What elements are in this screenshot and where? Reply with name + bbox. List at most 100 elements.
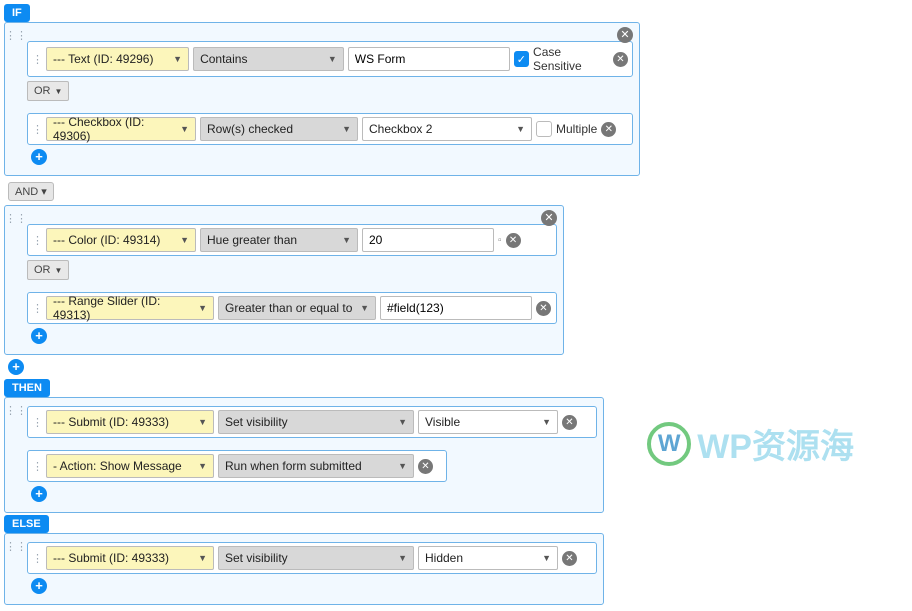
else-tag: ELSE — [4, 515, 49, 533]
chevron-down-icon: ▼ — [198, 417, 207, 427]
chevron-down-icon: ▼ — [198, 303, 207, 313]
operator-select[interactable]: Hue greater than ▼ — [200, 228, 358, 252]
case-sensitive-label: Case Sensitive — [533, 45, 609, 73]
add-group-button[interactable]: + — [8, 359, 24, 375]
operator-select[interactable]: Contains ▼ — [193, 47, 344, 71]
condition-row: ⋮⋮ --- Checkbox (ID: 49306)▼ Row(s) chec… — [27, 113, 633, 145]
chevron-down-icon: ▼ — [328, 54, 337, 64]
operator-select-label: Greater than or equal to — [225, 301, 352, 315]
value-select[interactable]: Visible ▼ — [418, 410, 558, 434]
drag-handle-icon[interactable]: ⋮⋮ — [32, 552, 42, 565]
field-select-label: --- Color (ID: 49314) — [53, 233, 160, 247]
operator-select[interactable]: Greater than or equal to ▼ — [218, 296, 376, 320]
drag-handle-icon[interactable]: ⋮⋮ — [32, 234, 42, 247]
field-select-label: --- Submit (ID: 49333) — [53, 415, 169, 429]
value-select-label: Visible — [425, 415, 460, 429]
chevron-down-icon: ▼ — [542, 417, 551, 427]
value-select-label: Checkbox 2 — [369, 122, 432, 136]
if-tag: IF — [4, 4, 30, 22]
action-group: ⋮⋮ ⋮⋮ --- Submit (ID: 49333) ▼ Set visibi… — [4, 533, 604, 605]
add-row-button[interactable]: + — [31, 328, 47, 344]
action-select-label: Run when form submitted — [225, 459, 362, 473]
close-icon[interactable]: ✕ — [541, 210, 557, 226]
chevron-down-icon: ▼ — [398, 553, 407, 563]
chevron-down-icon: ▼ — [542, 553, 551, 563]
value-input[interactable] — [348, 47, 510, 71]
remove-row-icon[interactable]: ✕ — [613, 52, 628, 67]
drag-handle-icon[interactable]: ⋮⋮ — [32, 302, 42, 315]
or-connector[interactable]: OR ▼ — [27, 260, 69, 280]
chevron-down-icon: ▼ — [516, 124, 525, 134]
action-group: ⋮⋮ ⋮⋮ --- Submit (ID: 49333) ▼ Set visibi… — [4, 397, 604, 513]
chevron-down-icon: ▼ — [198, 461, 207, 471]
value-select[interactable]: Hidden ▼ — [418, 546, 558, 570]
value-select[interactable]: Checkbox 2 ▼ — [362, 117, 532, 141]
close-icon[interactable]: ✕ — [617, 27, 633, 43]
field-select[interactable]: --- Text (ID: 49296)▼ — [46, 47, 189, 71]
field-select[interactable]: --- Submit (ID: 49333) ▼ — [46, 410, 214, 434]
add-row-button[interactable]: + — [31, 486, 47, 502]
condition-row: ⋮⋮ --- Text (ID: 49296)▼ Contains ▼ ✓ Cas… — [27, 41, 633, 77]
value-select-label: Hidden — [425, 551, 463, 565]
operator-select-label: Contains — [200, 52, 247, 66]
condition-row: ⋮⋮ --- Color (ID: 49314) ▼ Hue greater th… — [27, 224, 557, 256]
or-label: OR — [34, 264, 51, 276]
action-row: ⋮⋮ - Action: Show Message▼ Run when form… — [27, 450, 447, 482]
action-select[interactable]: Set visibility ▼ — [218, 410, 414, 434]
action-select[interactable]: Run when form submitted▼ — [218, 454, 414, 478]
action-select-label: Set visibility — [225, 415, 288, 429]
and-connector[interactable]: AND▾ — [8, 182, 54, 201]
chevron-down-icon: ▼ — [180, 235, 189, 245]
drag-handle-icon[interactable]: ⋮⋮ — [5, 540, 27, 553]
condition-row: ⋮⋮ --- Range Slider (ID: 49313)▼ Greater… — [27, 292, 557, 324]
drag-handle-icon[interactable]: ⋮⋮ — [5, 212, 27, 225]
field-select-label: --- Text (ID: 49296) — [53, 52, 153, 66]
add-row-button[interactable]: + — [31, 578, 47, 594]
chevron-down-icon: ▼ — [398, 417, 407, 427]
field-select-label: --- Checkbox (ID: 49306) — [53, 115, 180, 143]
value-input[interactable] — [380, 296, 532, 320]
drag-handle-icon[interactable]: ⋮⋮ — [5, 29, 27, 42]
remove-row-icon[interactable]: ✕ — [418, 459, 433, 474]
field-select-label: --- Range Slider (ID: 49313) — [53, 294, 198, 322]
field-select[interactable]: --- Color (ID: 49314) ▼ — [46, 228, 196, 252]
remove-row-icon[interactable]: ✕ — [562, 415, 577, 430]
picker-icon[interactable]: ▫ — [498, 235, 502, 246]
chevron-down-icon: ▾ — [41, 185, 47, 198]
operator-select-label: Hue greater than — [207, 233, 297, 247]
and-label: AND — [15, 186, 38, 198]
field-select[interactable]: --- Range Slider (ID: 49313)▼ — [46, 296, 214, 320]
chevron-down-icon: ▼ — [55, 266, 63, 275]
drag-handle-icon[interactable]: ⋮⋮ — [32, 416, 42, 429]
remove-row-icon[interactable]: ✕ — [562, 551, 577, 566]
case-sensitive-checkbox[interactable]: ✓ — [514, 51, 529, 67]
drag-handle-icon[interactable]: ⋮⋮ — [32, 123, 42, 136]
or-connector[interactable]: OR ▼ — [27, 81, 69, 101]
action-row: ⋮⋮ --- Submit (ID: 49333) ▼ Set visibilit… — [27, 542, 597, 574]
or-label: OR — [34, 85, 51, 97]
drag-handle-icon[interactable]: ⋮⋮ — [5, 404, 27, 417]
value-input[interactable] — [362, 228, 494, 252]
remove-row-icon[interactable]: ✕ — [601, 122, 616, 137]
chevron-down-icon: ▼ — [55, 87, 63, 96]
chevron-down-icon: ▼ — [198, 553, 207, 563]
multiple-label: Multiple — [556, 122, 597, 136]
add-row-button[interactable]: + — [31, 149, 47, 165]
chevron-down-icon: ▼ — [360, 303, 369, 313]
condition-group: ⋮⋮ ✕ ⋮⋮ --- Text (ID: 49296)▼ Contains ▼ … — [4, 22, 640, 176]
drag-handle-icon[interactable]: ⋮⋮ — [32, 460, 42, 473]
drag-handle-icon[interactable]: ⋮⋮ — [32, 53, 42, 66]
action-select-label: Set visibility — [225, 551, 288, 565]
field-select[interactable]: --- Checkbox (ID: 49306)▼ — [46, 117, 196, 141]
action-row: ⋮⋮ --- Submit (ID: 49333) ▼ Set visibilit… — [27, 406, 597, 438]
chevron-down-icon: ▼ — [342, 235, 351, 245]
field-select[interactable]: --- Submit (ID: 49333) ▼ — [46, 546, 214, 570]
action-select[interactable]: Set visibility ▼ — [218, 546, 414, 570]
field-select[interactable]: - Action: Show Message▼ — [46, 454, 214, 478]
remove-row-icon[interactable]: ✕ — [506, 233, 521, 248]
operator-select[interactable]: Row(s) checked▼ — [200, 117, 358, 141]
remove-row-icon[interactable]: ✕ — [536, 301, 551, 316]
then-tag: THEN — [4, 379, 50, 397]
multiple-checkbox[interactable] — [536, 121, 552, 137]
field-select-label: --- Submit (ID: 49333) — [53, 551, 169, 565]
